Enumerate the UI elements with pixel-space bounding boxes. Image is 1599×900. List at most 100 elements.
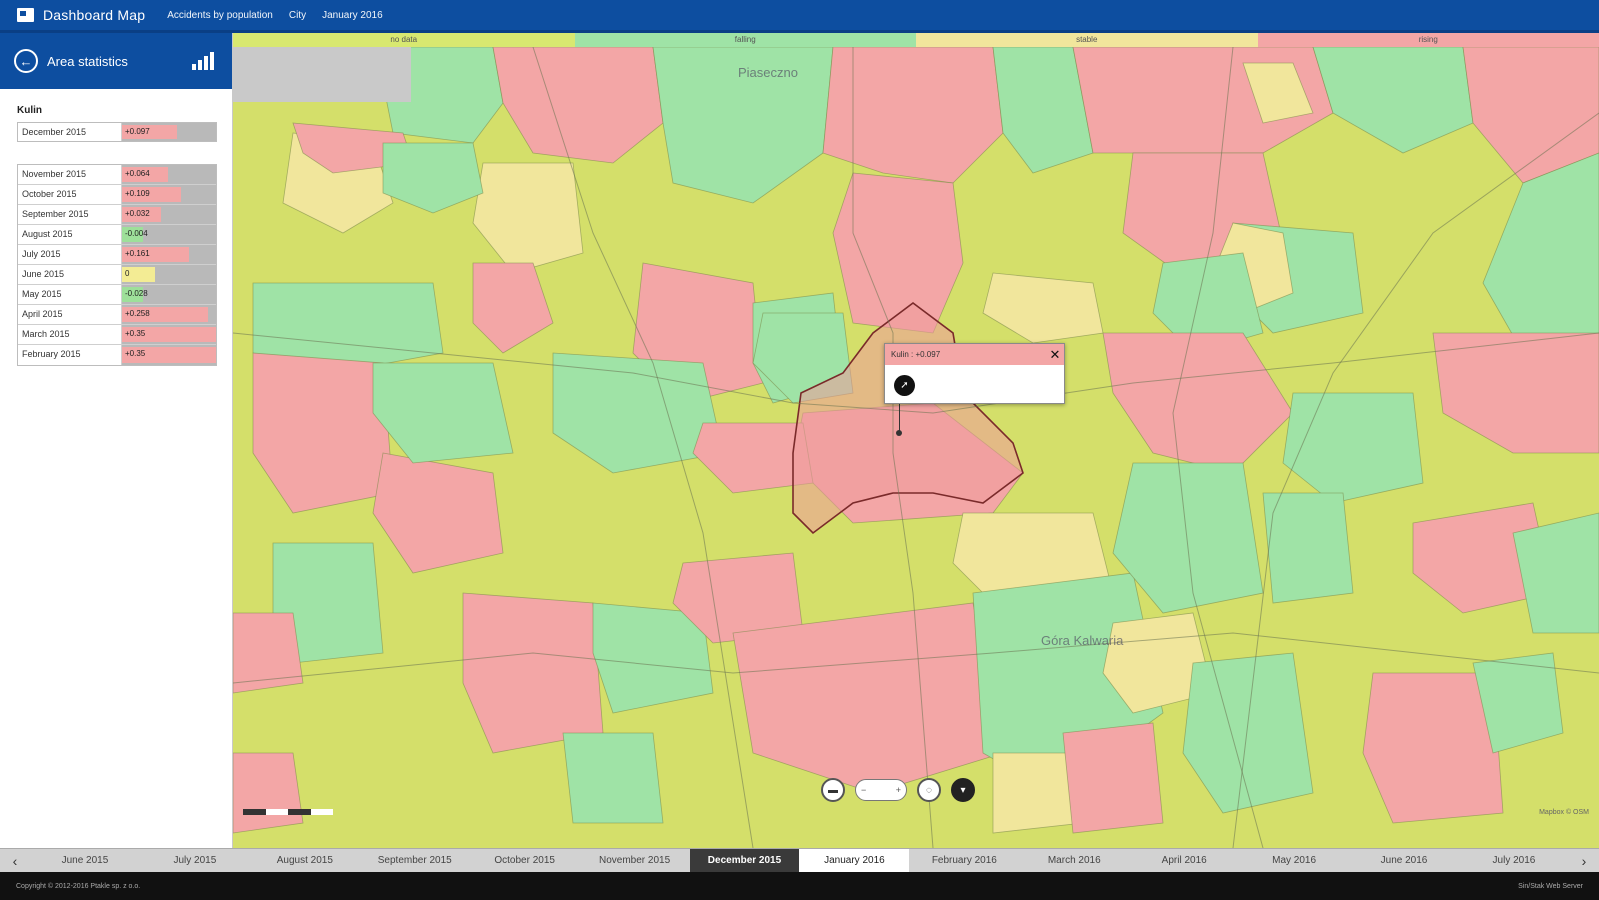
map-label-gora-kalwaria: Góra Kalwaria bbox=[1041, 633, 1124, 648]
popup-pointer bbox=[899, 404, 900, 432]
history-stat-row[interactable]: April 2015 +0.258 bbox=[18, 305, 216, 325]
current-stat-row[interactable]: December 2015 +0.097 bbox=[17, 122, 217, 142]
history-stat-label: June 2015 bbox=[18, 265, 122, 284]
history-stat-row[interactable]: May 2015 -0.028 bbox=[18, 285, 216, 305]
map-legend: no data falling stable rising bbox=[233, 33, 1599, 47]
footer-server: Sin/Stak Web Server bbox=[1518, 882, 1583, 890]
dashboard-logo-icon bbox=[17, 7, 35, 23]
popup-header: Kulin : +0.097 ✕ bbox=[885, 344, 1064, 365]
map-label-piaseczno: Piaseczno bbox=[738, 65, 798, 80]
area-popup[interactable]: Kulin : +0.097 ✕ ➚ bbox=[884, 343, 1065, 404]
history-stat-label: April 2015 bbox=[18, 305, 122, 324]
history-stat-bar: 0 bbox=[122, 267, 155, 282]
footer: Copyright © 2012-2016 Ptakle sp. z o.o. … bbox=[0, 872, 1599, 900]
history-stat-row[interactable]: August 2015 -0.004 bbox=[18, 225, 216, 245]
timeline-month[interactable]: May 2016 bbox=[1239, 849, 1349, 873]
timeline-months: June 2015 July 2015 August 2015 September 2… bbox=[30, 848, 1569, 873]
timeline-month[interactable]: September 2015 bbox=[360, 849, 470, 873]
history-stats-list: November 2015 +0.064 October 2015 +0.109 Sep… bbox=[17, 164, 217, 366]
sidebar-header: ← Area statistics bbox=[0, 33, 232, 89]
history-stat-track: +0.35 bbox=[122, 345, 216, 365]
app-title[interactable]: Dashboard Map bbox=[43, 7, 145, 23]
breadcrumb-metric[interactable]: Accidents by population bbox=[167, 10, 273, 21]
breadcrumb-level[interactable]: City bbox=[289, 10, 306, 21]
area-name: Kulin bbox=[17, 105, 42, 116]
download-icon[interactable]: ▾ bbox=[951, 778, 975, 802]
history-stat-track: +0.032 bbox=[122, 205, 216, 224]
zoom-in-icon[interactable]: + bbox=[896, 785, 901, 795]
timeline-bar: ‹ June 2015 July 2015 August 2015 September… bbox=[0, 848, 1599, 873]
history-stat-bar: +0.35 bbox=[122, 327, 216, 342]
timeline-month[interactable]: February 2016 bbox=[909, 849, 1019, 873]
timeline-month[interactable]: December 2015 bbox=[689, 848, 800, 873]
timeline-next-icon[interactable]: › bbox=[1569, 853, 1599, 869]
timeline-month[interactable]: July 2016 bbox=[1459, 849, 1569, 873]
history-stat-label: March 2015 bbox=[18, 325, 122, 344]
timeline-month[interactable]: October 2015 bbox=[470, 849, 580, 873]
history-stat-label: August 2015 bbox=[18, 225, 122, 244]
back-arrow-icon[interactable]: ← bbox=[14, 49, 38, 73]
sidebar-title: Area statistics bbox=[47, 53, 128, 69]
history-stat-row[interactable]: September 2015 +0.032 bbox=[18, 205, 216, 225]
history-stat-bar: -0.028 bbox=[122, 287, 148, 302]
top-bar: Dashboard Map Accidents by population Ci… bbox=[0, 0, 1599, 33]
timeline-prev-icon[interactable]: ‹ bbox=[0, 853, 30, 869]
breadcrumb-period[interactable]: January 2016 bbox=[322, 10, 383, 21]
map-overlay-panel bbox=[233, 47, 411, 102]
history-stat-track: +0.064 bbox=[122, 165, 216, 184]
history-stat-row[interactable]: February 2015 +0.35 bbox=[18, 345, 216, 365]
history-stat-label: May 2015 bbox=[18, 285, 122, 304]
history-stat-track: -0.004 bbox=[122, 225, 216, 244]
legend-item: no data bbox=[233, 33, 575, 47]
scale-bar bbox=[243, 809, 333, 815]
layers-icon[interactable]: ▬ bbox=[821, 778, 845, 802]
sidebar: ← Area statistics Kulin December 2015 +0… bbox=[0, 33, 233, 848]
map-regions[interactable]: Piaseczno Góra Kalwaria bbox=[233, 33, 1599, 848]
history-stat-row[interactable]: October 2015 +0.109 bbox=[18, 185, 216, 205]
history-stat-label: November 2015 bbox=[18, 165, 122, 184]
legend-item: stable bbox=[916, 33, 1258, 47]
history-stat-label: October 2015 bbox=[18, 185, 122, 204]
close-icon[interactable]: ✕ bbox=[1046, 347, 1064, 363]
legend-item: rising bbox=[1257, 33, 1599, 47]
current-stat-track: +0.097 bbox=[122, 123, 216, 141]
choropleth-map[interactable]: no data falling stable rising Piaseczno … bbox=[233, 33, 1599, 848]
history-stat-row[interactable]: March 2015 +0.35 bbox=[18, 325, 216, 345]
history-stat-track: +0.258 bbox=[122, 305, 216, 324]
history-stat-track: -0.028 bbox=[122, 285, 216, 304]
history-stat-row[interactable]: November 2015 +0.064 bbox=[18, 165, 216, 185]
history-stat-bar: +0.064 bbox=[122, 167, 169, 182]
history-stat-row[interactable]: June 2015 0 bbox=[18, 265, 216, 285]
zoom-out-icon[interactable]: − bbox=[861, 785, 866, 795]
history-stat-track: +0.35 bbox=[122, 325, 216, 344]
footer-copyright: Copyright © 2012-2016 Ptakle sp. z o.o. bbox=[16, 882, 141, 890]
history-stat-bar: -0.004 bbox=[122, 227, 148, 242]
timeline-month[interactable]: March 2016 bbox=[1019, 849, 1129, 873]
timeline-month[interactable]: November 2015 bbox=[580, 849, 690, 873]
timeline-month[interactable]: August 2015 bbox=[250, 849, 360, 873]
legend-item: falling bbox=[574, 33, 916, 47]
locate-icon[interactable]: ◌ bbox=[917, 778, 941, 802]
timeline-month[interactable]: June 2016 bbox=[1349, 849, 1459, 873]
map-controls: ▬ − + ◌ ▾ bbox=[821, 778, 975, 802]
history-stat-bar: +0.109 bbox=[122, 187, 182, 202]
history-stat-bar: +0.258 bbox=[122, 307, 209, 322]
timeline-month[interactable]: April 2016 bbox=[1129, 849, 1239, 873]
timeline-month[interactable]: July 2015 bbox=[140, 849, 250, 873]
history-stat-track: +0.109 bbox=[122, 185, 216, 204]
history-stat-track: +0.161 bbox=[122, 245, 216, 264]
zoom-control[interactable]: − + bbox=[855, 779, 907, 801]
history-stat-label: September 2015 bbox=[18, 205, 122, 224]
timeline-month[interactable]: June 2015 bbox=[30, 849, 140, 873]
navigate-arrow-icon[interactable]: ➚ bbox=[894, 375, 915, 396]
popup-title: Kulin : +0.097 bbox=[891, 350, 941, 359]
history-stat-bar: +0.35 bbox=[122, 347, 216, 363]
history-stat-track: 0 bbox=[122, 265, 216, 284]
bar-chart-icon[interactable] bbox=[192, 52, 214, 70]
timeline-month[interactable]: January 2016 bbox=[799, 848, 910, 873]
history-stat-row[interactable]: July 2015 +0.161 bbox=[18, 245, 216, 265]
history-stat-bar: +0.032 bbox=[122, 207, 161, 222]
map-attribution[interactable]: Mapbox © OSM bbox=[1539, 809, 1589, 816]
popup-anchor-dot bbox=[896, 430, 902, 436]
history-stat-label: July 2015 bbox=[18, 245, 122, 264]
